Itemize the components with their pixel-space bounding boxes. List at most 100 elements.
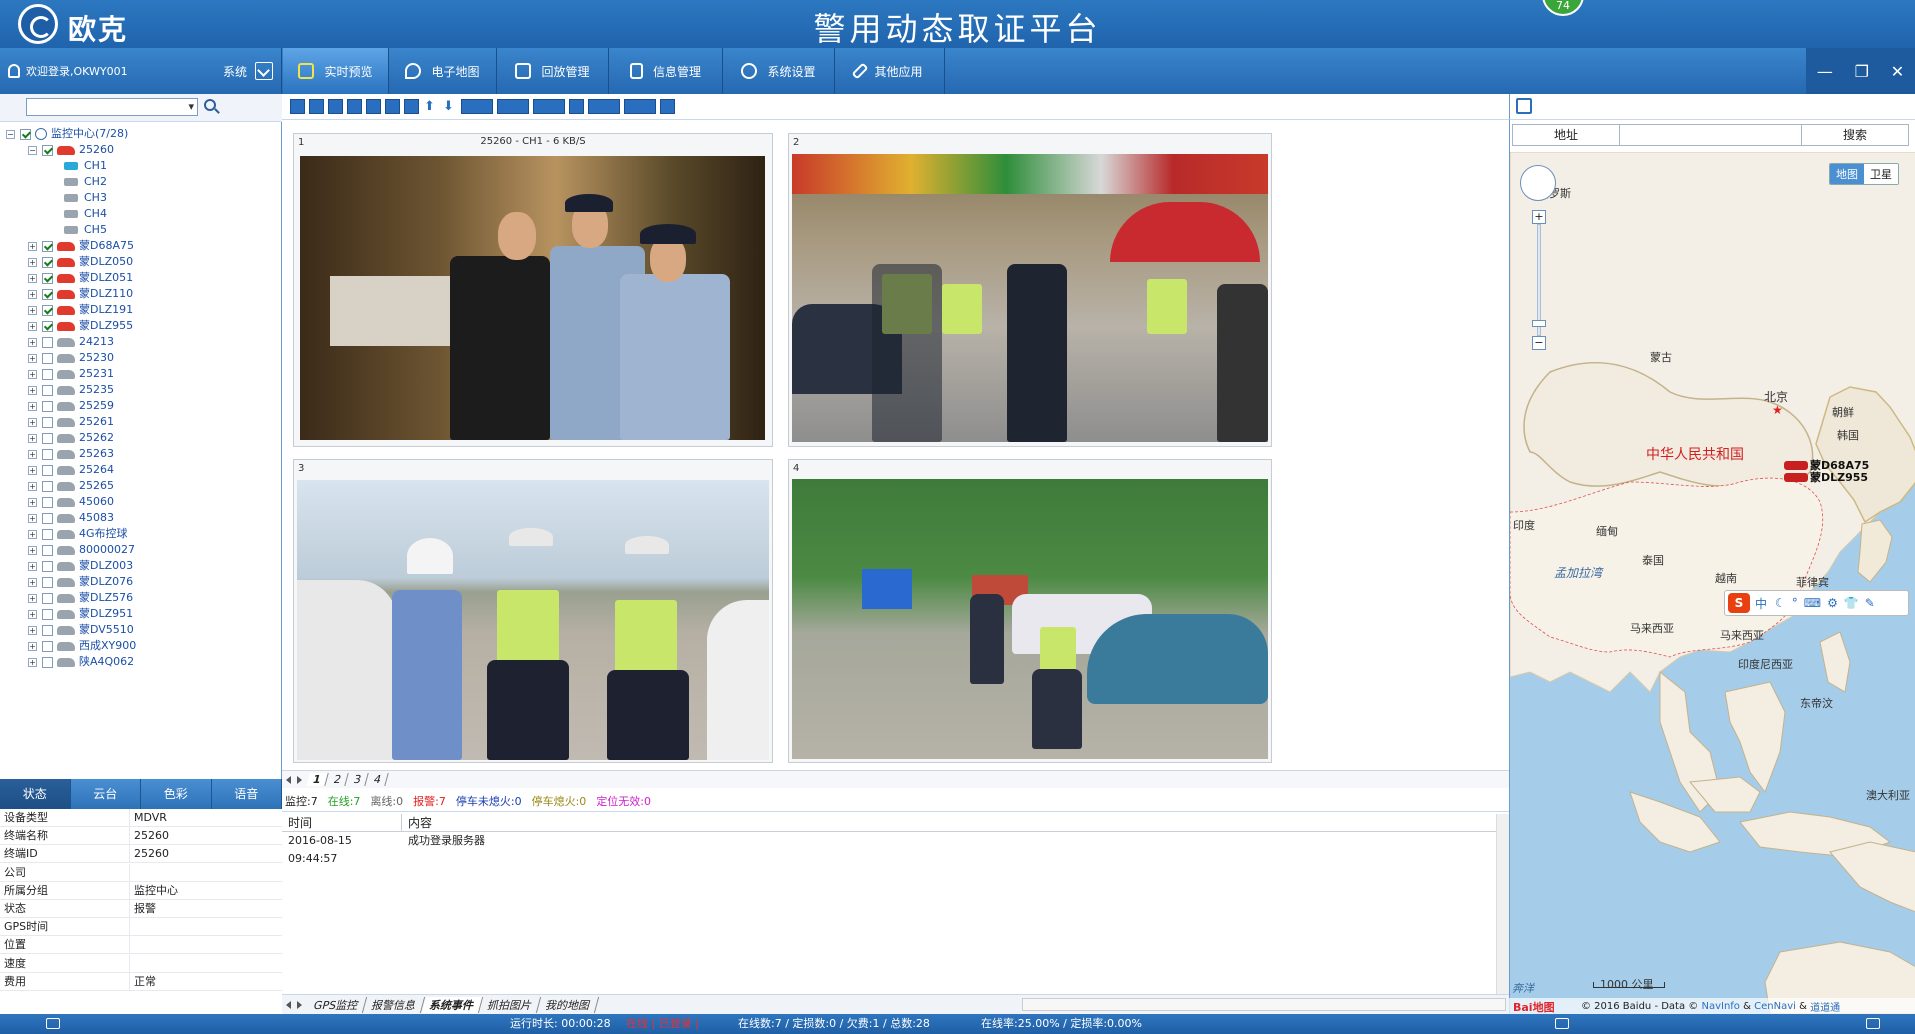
cennavi-link[interactable]: CenNavi — [1754, 1001, 1796, 1012]
daodaotong-link[interactable]: 道道通 — [1810, 999, 1840, 1014]
tree-node-device[interactable]: − 25260 — [28, 142, 114, 158]
expand-icon[interactable]: + — [28, 657, 37, 667]
log-scrollbar[interactable] — [1496, 814, 1509, 994]
expand-icon[interactable]: + — [28, 401, 37, 411]
page-tab-1[interactable]: 1 — [306, 773, 329, 786]
tree-node-vehicle[interactable]: +45083 — [28, 510, 114, 526]
collapse-icon[interactable]: − — [6, 129, 15, 139]
tree-node-vehicle[interactable]: + 蒙DV5510 — [28, 622, 134, 638]
checkbox[interactable] — [42, 336, 53, 348]
tree-node-vehicle[interactable]: +25231 — [28, 366, 114, 382]
tree-node-vehicle[interactable]: + 蒙DLZ003 — [28, 558, 133, 574]
tree-node-vehicle[interactable]: +45060 — [28, 494, 114, 510]
mail-icon[interactable] — [46, 1018, 60, 1029]
checkbox[interactable] — [42, 144, 53, 156]
ime-tool-icons[interactable]: ☾°⌨⚙👕✎ — [1775, 596, 1881, 610]
map-type-map-button[interactable]: 地图 — [1830, 164, 1864, 184]
checkbox[interactable] — [42, 640, 53, 652]
expand-icon[interactable]: + — [28, 641, 37, 651]
page-tab-3[interactable]: 3 — [346, 773, 369, 786]
tree-node-vehicle[interactable]: +25263 — [28, 446, 114, 462]
checkbox[interactable] — [42, 512, 53, 524]
checkbox[interactable] — [42, 624, 53, 636]
play-dropdown-icon[interactable] — [588, 99, 620, 114]
checkbox[interactable] — [42, 448, 53, 460]
expand-icon[interactable]: + — [28, 353, 37, 363]
tree-node-vehicle[interactable]: + 蒙DLZ050 — [28, 254, 133, 270]
settings-icon[interactable] — [1866, 1018, 1880, 1029]
system-label[interactable]: 系统 — [223, 63, 247, 80]
expand-icon[interactable]: + — [28, 545, 37, 555]
map-view[interactable]: 俄罗斯 蒙古 北京 ★ 朝鲜 韩国 中华人民共和国 印度 缅甸 泰国 越南 菲律… — [1509, 152, 1915, 1014]
checkbox[interactable] — [42, 400, 53, 412]
page-prev-icon[interactable] — [286, 775, 291, 784]
checkbox[interactable] — [42, 288, 53, 300]
window-dropdown-icon[interactable] — [497, 99, 529, 114]
checkbox[interactable] — [42, 608, 53, 620]
tree-node-vehicle[interactable]: +25261 — [28, 414, 114, 430]
tab-e-map[interactable]: 电子地图 — [389, 48, 497, 94]
tree-node-channel[interactable]: CH1 — [64, 158, 107, 174]
checkbox[interactable] — [42, 304, 53, 316]
expand-icon[interactable]: + — [28, 337, 37, 347]
zoom-out-button[interactable]: − — [1532, 336, 1546, 350]
checkbox[interactable] — [42, 528, 53, 540]
tree-node-vehicle[interactable]: +25264 — [28, 462, 114, 478]
expand-icon[interactable]: + — [28, 369, 37, 379]
tree-node-channel[interactable]: CH4 — [64, 206, 107, 222]
page-next-icon[interactable] — [297, 775, 302, 784]
tree-node-vehicle[interactable]: + 蒙D68A75 — [28, 238, 134, 254]
bottom-prev-icon[interactable] — [286, 1000, 291, 1009]
tree-node-vehicle[interactable]: +25259 — [28, 398, 114, 414]
fullscreen-dropdown-icon[interactable] — [461, 99, 493, 114]
layout-8-icon[interactable] — [366, 99, 381, 114]
bottom-next-icon[interactable] — [297, 1000, 302, 1009]
ime-mode-label[interactable]: 中 — [1755, 595, 1767, 612]
tab-other-apps[interactable]: 其他应用 — [835, 48, 945, 94]
device-search-select[interactable] — [26, 98, 198, 116]
expand-icon[interactable]: + — [28, 321, 37, 331]
layout-1-icon[interactable] — [290, 99, 305, 114]
tree-node-vehicle[interactable]: + 蒙DLZ576 — [28, 590, 133, 606]
map-search-button[interactable]: 搜索 — [1801, 124, 1909, 146]
layout-4-icon[interactable] — [328, 99, 343, 114]
checkbox[interactable] — [42, 432, 53, 444]
tab-snapshots[interactable]: 抓拍图片 — [479, 996, 542, 1013]
checkbox[interactable] — [42, 384, 53, 396]
layout-6-icon[interactable] — [347, 99, 362, 114]
tab-status[interactable]: 状态 — [0, 779, 71, 809]
checkbox[interactable] — [42, 464, 53, 476]
expand-icon[interactable]: + — [28, 257, 37, 267]
layout-16-icon[interactable] — [404, 99, 419, 114]
tree-node-vehicle[interactable]: +80000027 — [28, 542, 135, 558]
expand-icon[interactable]: + — [28, 305, 37, 315]
expand-icon[interactable]: + — [28, 273, 37, 283]
expand-icon[interactable]: + — [28, 513, 37, 523]
checkbox[interactable] — [42, 656, 53, 668]
close-button[interactable]: ✕ — [1891, 62, 1904, 81]
expand-icon[interactable]: + — [28, 449, 37, 459]
tree-node-vehicle[interactable]: + 蒙DLZ110 — [28, 286, 133, 302]
page-tab-4[interactable]: 4 — [366, 773, 389, 786]
address-input[interactable] — [1619, 124, 1802, 146]
checkbox[interactable] — [42, 496, 53, 508]
tree-node-channel[interactable]: CH2 — [64, 174, 107, 190]
expand-icon[interactable]: + — [28, 385, 37, 395]
map-pan-control[interactable] — [1520, 165, 1556, 201]
collapse-icon[interactable]: − — [28, 145, 37, 155]
horizontal-scrollbar[interactable] — [1022, 998, 1506, 1011]
tab-my-map[interactable]: 我的地图 — [537, 996, 600, 1013]
tree-node-vehicle[interactable]: + 蒙DLZ951 — [28, 606, 133, 622]
expand-icon[interactable]: + — [28, 481, 37, 491]
restore-button[interactable]: ❐ — [1855, 62, 1869, 81]
checkbox[interactable] — [42, 320, 53, 332]
table-row[interactable]: 2016-08-15 09:44:57 成功登录服务器 — [282, 832, 1497, 865]
expand-icon[interactable]: + — [28, 577, 37, 587]
tree-node-vehicle[interactable]: +25262 — [28, 430, 114, 446]
stop-dropdown-icon[interactable] — [624, 99, 656, 114]
checkbox[interactable] — [42, 592, 53, 604]
tab-voice[interactable]: 语音 — [212, 779, 282, 809]
tree-node-vehicle[interactable]: +4G布控球 — [28, 526, 128, 542]
minimize-button[interactable]: — — [1817, 62, 1833, 81]
expand-icon[interactable]: + — [28, 417, 37, 427]
